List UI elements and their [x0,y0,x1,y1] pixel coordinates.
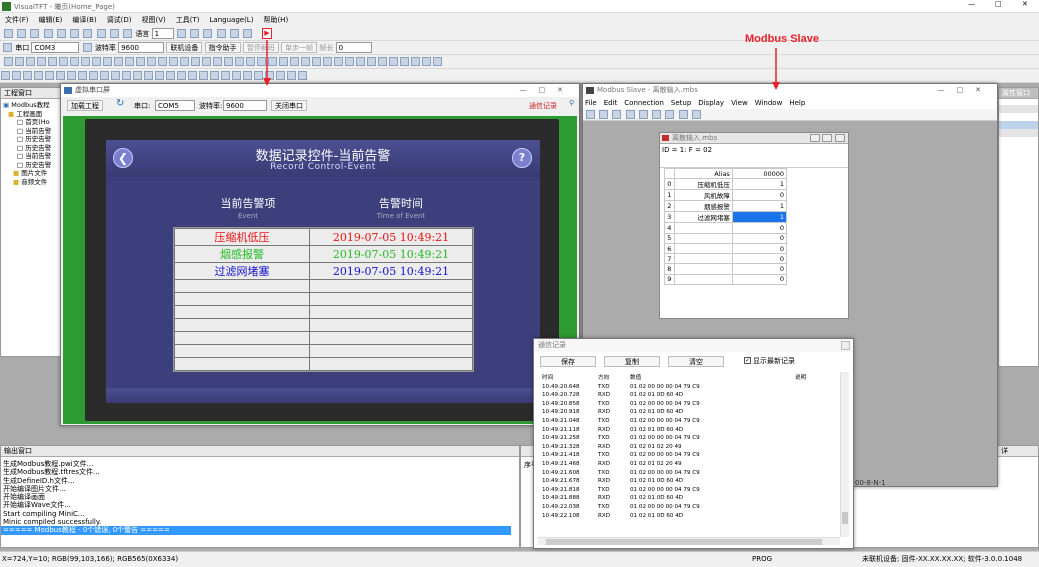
arrow-head-modbus [772,82,780,90]
annotation-arrows [263,40,780,90]
arrow-head-virtual [263,78,271,86]
